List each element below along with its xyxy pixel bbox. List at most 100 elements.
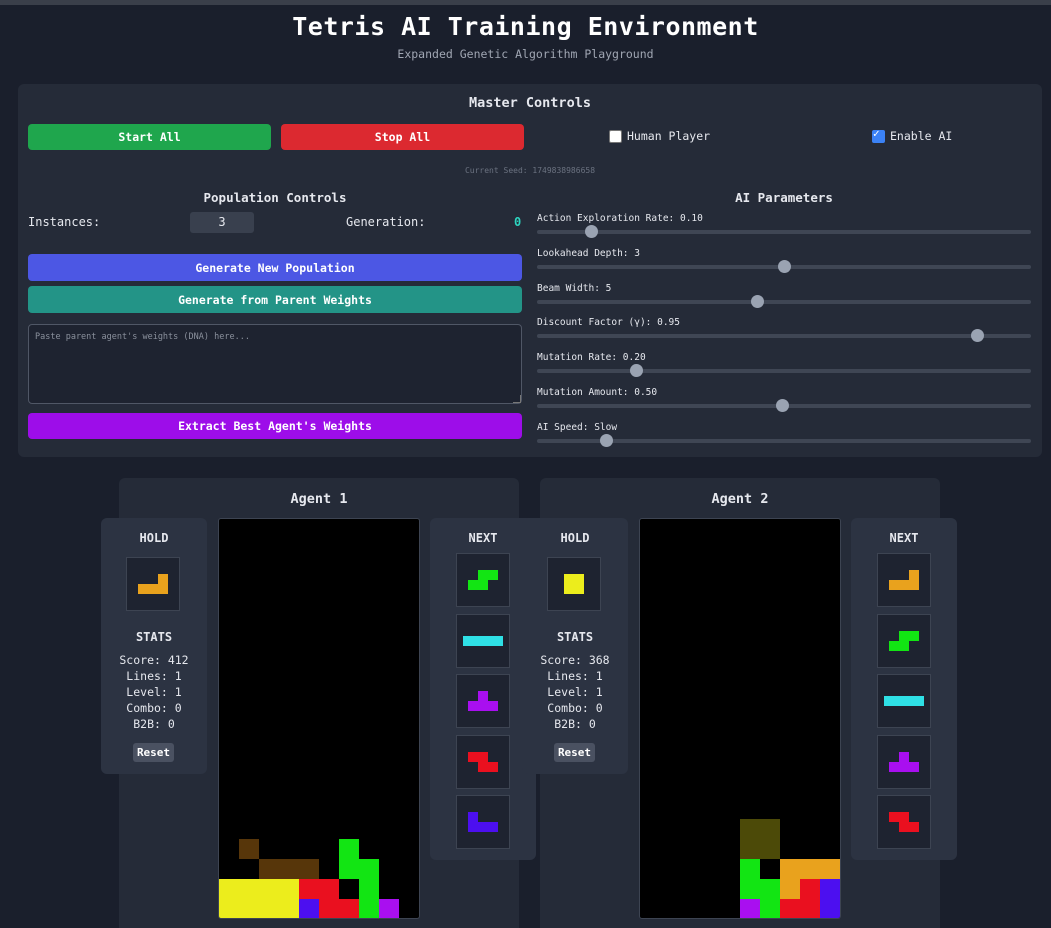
board-block <box>359 879 379 899</box>
param-slider[interactable] <box>537 260 1031 273</box>
master-controls-panel: Master Controls Start All Stop All Human… <box>18 84 1042 457</box>
piece-block <box>574 584 584 594</box>
generate-new-population-button[interactable]: Generate New Population <box>28 254 522 281</box>
board-block <box>800 859 820 879</box>
slider-thumb[interactable] <box>750 295 764 308</box>
piece-block <box>488 570 498 580</box>
stats-title: STATS <box>135 630 173 644</box>
piece-block <box>478 691 488 701</box>
enable-ai-checkbox[interactable] <box>872 127 885 143</box>
next-piece-slot <box>877 553 931 607</box>
stat-level: Level: 1 <box>547 685 603 699</box>
piece-block <box>899 580 909 590</box>
piece-block <box>468 580 478 590</box>
hold-slot <box>126 557 180 611</box>
param-label: Mutation Amount: 0.50 <box>537 387 658 398</box>
board-block <box>359 899 379 918</box>
board-block <box>800 899 820 918</box>
parent-weights-textarea[interactable]: Paste parent agent's weights (DNA) here.… <box>28 324 522 404</box>
stop-all-button[interactable]: Stop All <box>281 124 524 150</box>
piece-block <box>909 570 919 580</box>
piece-block <box>488 701 498 711</box>
piece-block <box>889 761 899 772</box>
param-slider[interactable] <box>537 364 1031 377</box>
param-slider[interactable] <box>537 329 1031 342</box>
board-block <box>760 879 780 899</box>
slider-thumb[interactable] <box>775 399 789 412</box>
piece-block <box>478 751 488 762</box>
next-title: NEXT <box>889 531 919 545</box>
piece-block <box>899 761 909 772</box>
piece-block <box>488 761 498 772</box>
instances-input[interactable]: 3 <box>190 212 254 233</box>
hold-stats-card: HOLD STATS Score: 412 Lines: 1 Level: 1 Combo… <box>101 518 207 774</box>
game-board <box>218 518 420 919</box>
piece-block <box>909 822 919 832</box>
board-block <box>319 879 339 899</box>
piece-block <box>894 696 904 706</box>
board-block <box>780 899 800 918</box>
board-block <box>800 879 820 899</box>
piece-block <box>574 574 584 584</box>
piece-block <box>148 584 158 594</box>
next-piece-slot <box>456 613 510 668</box>
start-all-button[interactable]: Start All <box>28 124 271 150</box>
population-controls-title: Population Controls <box>203 190 347 205</box>
current-seed: Current Seed: 1749838986658 <box>464 166 596 175</box>
extract-best-weights-button[interactable]: Extract Best Agent's Weights <box>28 413 522 439</box>
board-block <box>820 859 840 879</box>
param-label: Discount Factor (γ): 0.95 <box>537 317 680 328</box>
param-slider[interactable] <box>537 225 1031 238</box>
slider-thumb[interactable] <box>629 364 643 377</box>
piece-block <box>899 812 909 822</box>
hold-title: HOLD <box>560 531 590 545</box>
param-slider[interactable] <box>537 399 1031 412</box>
piece-block <box>889 812 899 822</box>
param-slider[interactable] <box>537 295 1031 308</box>
stat-score: Score: 368 <box>540 653 610 667</box>
next-piece-slot <box>456 795 510 849</box>
generate-from-parent-button[interactable]: Generate from Parent Weights <box>28 286 522 313</box>
next-title: NEXT <box>468 531 498 545</box>
param-label: AI Speed: Slow <box>537 422 618 433</box>
board-block <box>299 859 319 879</box>
board-block <box>379 899 399 918</box>
next-piece-slot <box>877 613 931 668</box>
board-block <box>299 899 319 918</box>
board-block <box>259 899 279 918</box>
board-block <box>760 839 780 859</box>
piece-block <box>468 812 478 822</box>
piece-block <box>904 696 914 706</box>
piece-block <box>468 751 478 762</box>
piece-block <box>478 701 488 711</box>
slider-thumb[interactable] <box>600 434 614 447</box>
slider-thumb[interactable] <box>585 225 599 238</box>
reset-button[interactable]: Reset <box>133 743 174 762</box>
board-block <box>279 879 299 899</box>
board-block <box>339 899 359 918</box>
board-block <box>239 899 259 918</box>
param-label: Mutation Rate: 0.20 <box>537 352 646 363</box>
stat-lines: Lines: 1 <box>126 669 182 683</box>
board-block <box>299 879 319 899</box>
piece-block <box>899 630 909 641</box>
piece-block <box>889 640 899 651</box>
human-player-label: Human Player <box>627 129 711 143</box>
human-player-checkbox[interactable] <box>609 130 622 143</box>
slider-thumb[interactable] <box>970 329 984 342</box>
next-piece-slot <box>877 674 931 728</box>
param-slider[interactable] <box>537 434 1031 447</box>
piece-block <box>478 570 488 580</box>
master-controls-title: Master Controls <box>469 95 591 111</box>
board-block <box>359 859 379 879</box>
piece-block <box>138 584 148 594</box>
textarea-resize-handle[interactable] <box>513 395 521 403</box>
piece-block <box>899 822 909 832</box>
board-block <box>259 879 279 899</box>
stat-lines: Lines: 1 <box>547 669 603 683</box>
stat-b2b: B2B: 0 <box>133 717 175 731</box>
board-block <box>760 899 780 918</box>
slider-thumb[interactable] <box>778 260 791 273</box>
piece-block <box>564 584 574 594</box>
reset-button[interactable]: Reset <box>554 743 595 762</box>
